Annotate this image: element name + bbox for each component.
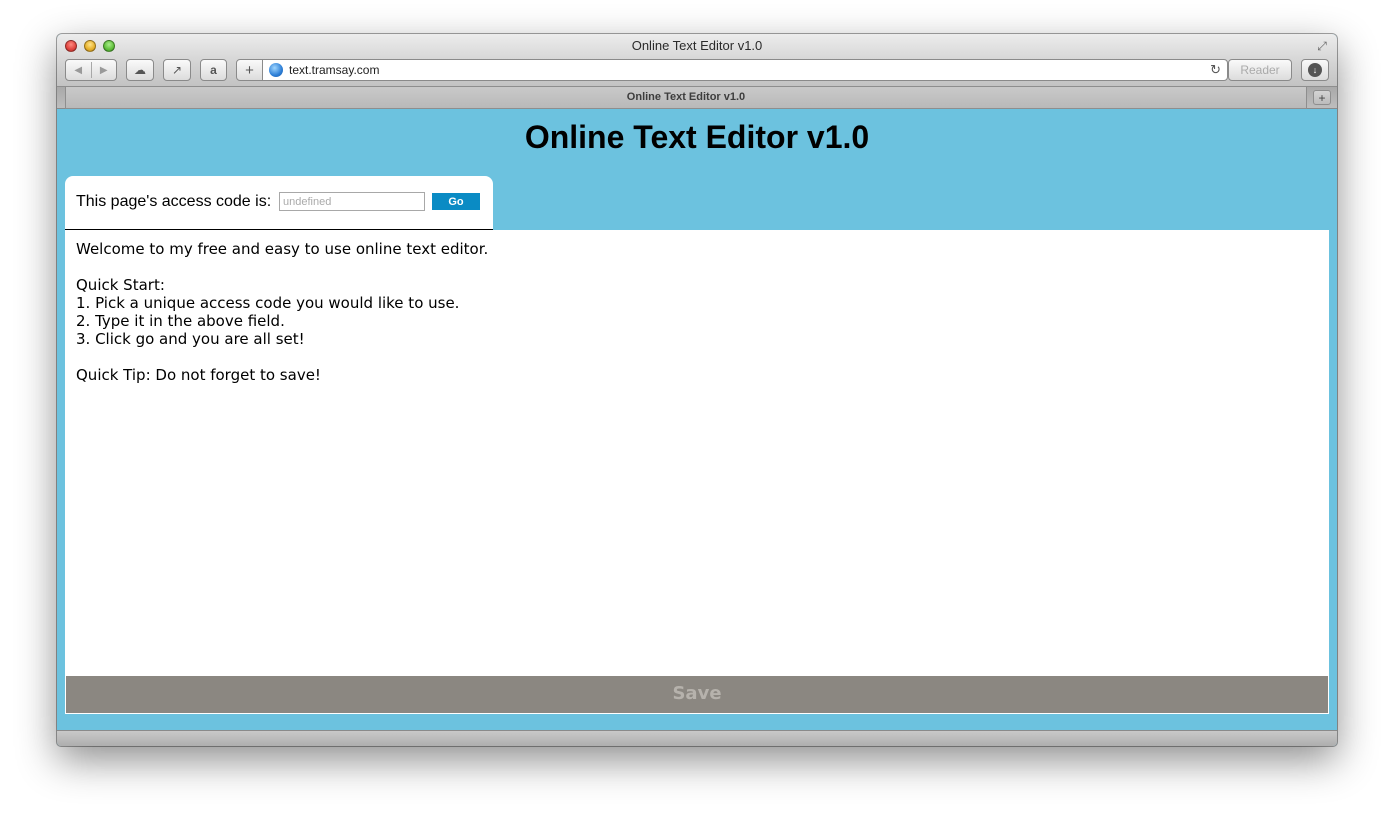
browser-window: Online Text Editor v1.0 ⤢ ◀ ▶ ☁ ↗ a + te… [57, 34, 1337, 746]
back-icon[interactable]: ◀ [66, 65, 91, 76]
text-editor-area[interactable]: Welcome to my free and easy to use onlin… [65, 230, 1329, 675]
back-forward-buttons: ◀ ▶ [65, 59, 117, 81]
download-icon: ↓ [1308, 63, 1322, 77]
browser-toolbar: ◀ ▶ ☁ ↗ a + text.tramsay.com ↻ Reader ↓ [65, 59, 1329, 81]
add-bookmark-button[interactable]: + [236, 59, 263, 81]
web-page: Online Text Editor v1.0 This page's acce… [57, 110, 1337, 730]
page-title: Online Text Editor v1.0 [524, 119, 870, 155]
title-bar: Online Text Editor v1.0 ⤢ ◀ ▶ ☁ ↗ a + te… [57, 34, 1337, 87]
editor-line: Quick Start: [76, 276, 165, 294]
save-button[interactable]: Save [65, 675, 1329, 714]
access-code-label: This page's access code is: [76, 193, 272, 210]
status-bar [57, 730, 1337, 746]
tab-bar: Online Text Editor v1.0 + [57, 87, 1337, 109]
forward-icon[interactable]: ▶ [91, 65, 116, 76]
amazon-icon: a [210, 63, 217, 77]
url-text[interactable]: text.tramsay.com [289, 63, 379, 77]
editor-line [76, 348, 1318, 366]
new-tab-icon[interactable]: + [1313, 90, 1331, 105]
access-code-panel: This page's access code is: Go [65, 176, 493, 230]
globe-icon [269, 63, 283, 77]
reader-button[interactable]: Reader [1228, 59, 1292, 81]
editor-line: 1. Pick a unique access code you would l… [76, 294, 460, 312]
editor-line: 3. Click go and you are all set! [76, 330, 305, 348]
editor-line: 2. Type it in the above field. [76, 312, 285, 330]
cloud-icon: ☁ [134, 63, 146, 77]
window-title: Online Text Editor v1.0 [631, 38, 763, 53]
downloads-button[interactable]: ↓ [1301, 59, 1329, 81]
editor-line: Quick Tip: Do not forget to save! [76, 366, 321, 384]
address-bar[interactable]: text.tramsay.com ↻ [262, 59, 1228, 81]
go-button[interactable]: Go [432, 193, 480, 210]
fullscreen-icon[interactable]: ⤢ [1315, 39, 1329, 53]
editor-line: Welcome to my free and easy to use onlin… [76, 240, 489, 258]
icloud-tabs-button[interactable]: ☁ [126, 59, 154, 81]
share-button[interactable]: ↗ [163, 59, 191, 81]
access-code-input[interactable] [279, 192, 425, 211]
share-icon: ↗ [171, 63, 183, 77]
editor-line [76, 258, 1318, 276]
tab-online-text-editor[interactable]: Online Text Editor v1.0 [65, 87, 1307, 109]
plus-icon: + [245, 61, 254, 79]
reload-icon[interactable]: ↻ [1210, 62, 1221, 78]
amazon-bookmark-button[interactable]: a [200, 59, 227, 81]
